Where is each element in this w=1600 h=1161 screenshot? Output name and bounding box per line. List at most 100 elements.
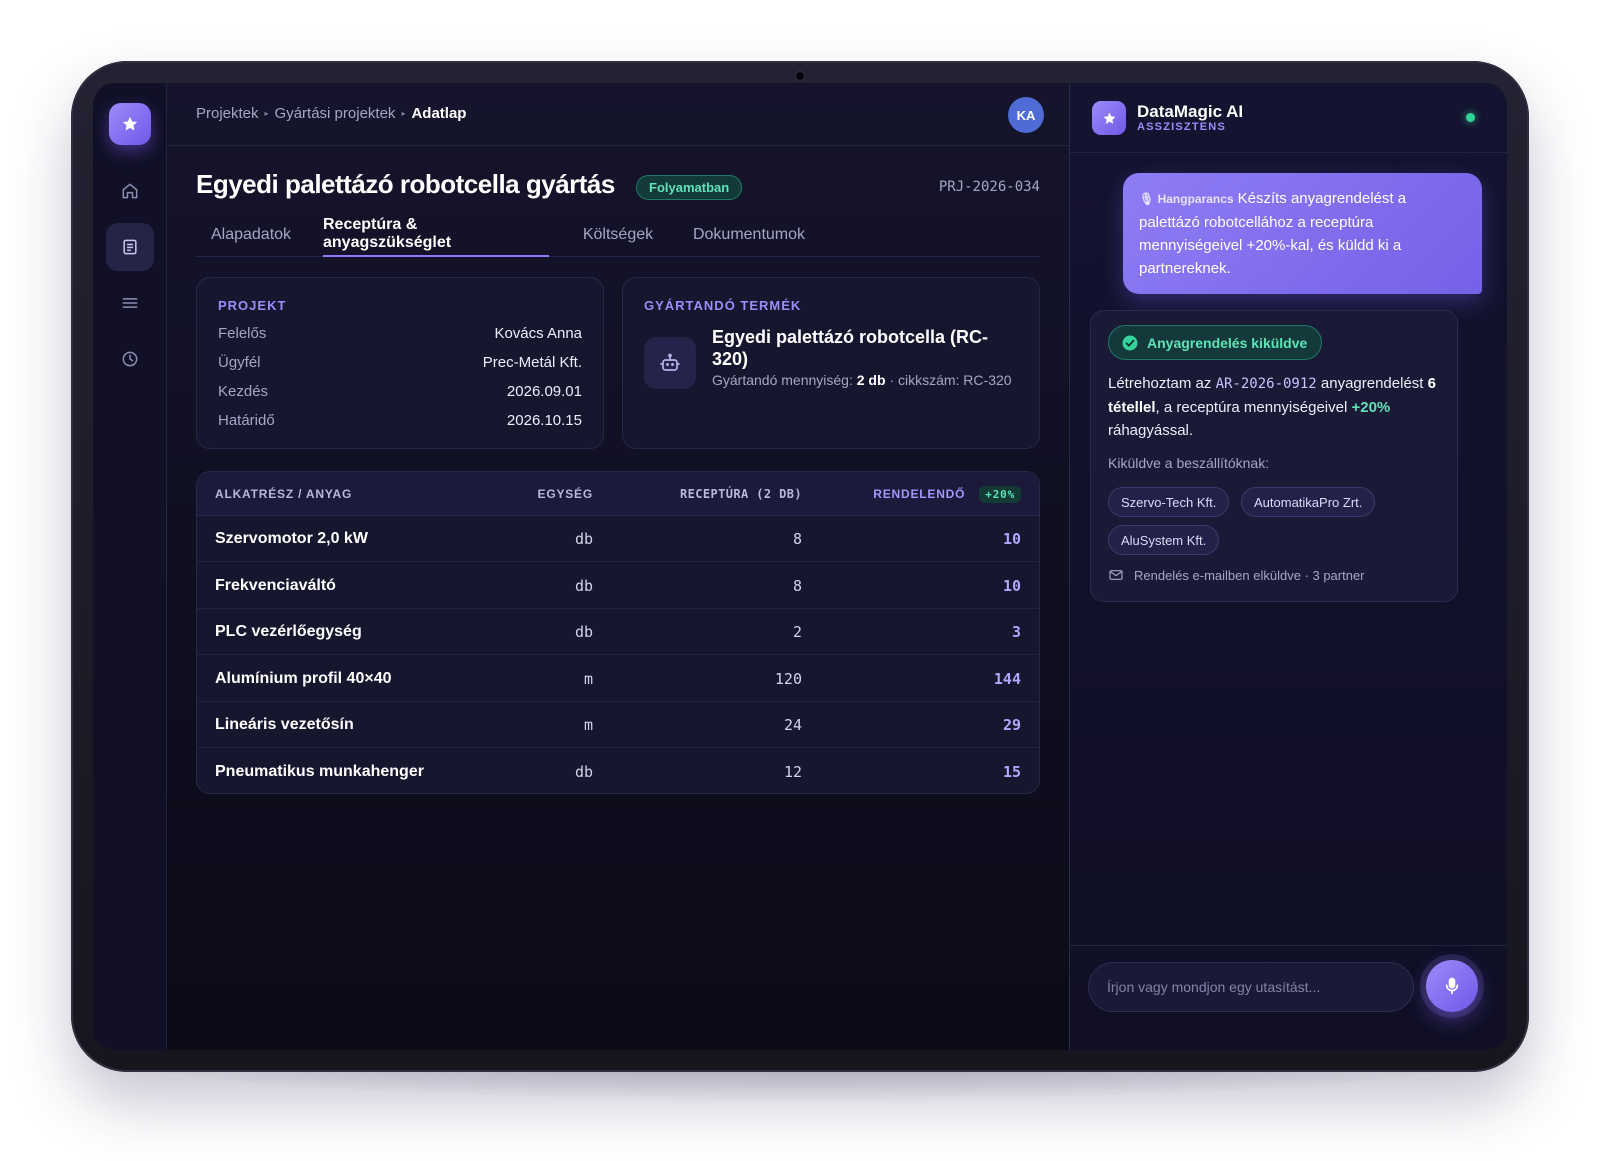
microphone-button[interactable] (1426, 960, 1478, 1012)
table-row[interactable]: Szervomotor 2,0 kW db 8 10 (197, 516, 1039, 562)
material-name-cell: Alumínium profil 40×40 (215, 669, 392, 687)
product-name: Egyedi palettázó robotcella (RC-320) (712, 327, 989, 369)
breadcrumb-item-manufacturing[interactable]: Gyártási projektek (275, 105, 396, 122)
order-id: AR-2026-0912 (1215, 376, 1317, 392)
user-message-bubble: 🎙 Hangparancs Készíts anyagrendelést a pa… (1123, 173, 1482, 294)
row-key: Határidő (218, 412, 275, 429)
unit-cell: m (583, 669, 593, 688)
product-card: GYÁRTANDÓ TERMÉK Egyedi palettázó robotc… (622, 277, 1040, 449)
project-id: PRJ-2026-034 (938, 179, 1040, 195)
supplier-chip[interactable]: Szervo-Tech Kft. (1108, 487, 1230, 517)
response-text-part: Létrehoztam az (1108, 375, 1216, 392)
table-row[interactable]: Pneumatikus munkahenger db 12 15 (197, 749, 1039, 794)
microphone-icon (1445, 977, 1459, 995)
tab-recipe-materials[interactable]: Receptúra & anyagszükséglet (323, 213, 549, 257)
row-key: Felelős (218, 325, 267, 342)
user-avatar[interactable]: KA (1008, 97, 1044, 133)
recipe-qty-cell: 12 (783, 762, 802, 781)
unit-cell: db (574, 576, 593, 595)
material-name-cell: Pneumatikus munkahenger (215, 762, 424, 780)
response-text-part: anyagrendelést (1316, 375, 1428, 392)
tab-bar: Alapadatok Receptúra & anyagszükséglet K… (196, 213, 1040, 257)
row-value: 2026.10.15 (506, 412, 582, 429)
order-qty-cell: 10 (1002, 530, 1021, 548)
recipe-qty-cell: 24 (783, 716, 802, 734)
sidebar-item-list[interactable] (106, 279, 154, 327)
project-card-label: PROJEKT (218, 298, 287, 313)
home-icon (122, 183, 138, 199)
sidebar-rail (93, 83, 167, 1050)
unit-cell: db (574, 762, 593, 781)
project-card: PROJEKT Felelős Kovács Anna Ügyfél Prec-… (196, 277, 604, 449)
markup-badge: +20% (979, 485, 1021, 503)
quantity-label: Gyártandó mennyiség: (712, 372, 853, 388)
tab-basic-data[interactable]: Alapadatok (196, 213, 306, 257)
breadcrumb-separator-icon: ▸ (264, 109, 269, 118)
order-sent-badge: Anyagrendelés kiküldve (1108, 325, 1323, 360)
robot-icon (660, 353, 680, 371)
message-input[interactable] (1088, 962, 1414, 1012)
product-card-label: GYÁRTANDÓ TERMÉK (644, 298, 802, 313)
supplier-chip[interactable]: AluSystem Kft. (1108, 525, 1220, 555)
voice-command-label: Hangparancs (1157, 192, 1234, 206)
column-header-order: RENDELENDŐ +20% (873, 472, 1021, 516)
sidebar-item-history[interactable] (106, 335, 154, 383)
order-qty-cell: 3 (1011, 623, 1021, 641)
column-header-unit: EGYSÉG (537, 487, 593, 501)
breadcrumb-separator-icon: ▸ (401, 109, 406, 118)
assistant-header: DataMagic AI ASSZISZTENS (1070, 83, 1507, 153)
project-row-client: Ügyfél Prec-Metál Kft. (218, 354, 582, 374)
assistant-response-text: Létrehoztam az AR-2026-0912 anyagrendelé… (1108, 372, 1438, 442)
project-row-deadline: Határidő 2026.10.15 (218, 412, 582, 432)
star-icon (1103, 112, 1115, 124)
table-row[interactable]: Lineáris vezetősín m 24 29 (197, 702, 1039, 748)
material-name-cell: PLC vezérlőegység (215, 623, 362, 640)
row-value: Prec-Metál Kft. (482, 354, 582, 371)
order-sent-label: Anyagrendelés kiküldve (1147, 334, 1308, 351)
column-header-order-label: RENDELENDŐ (873, 487, 966, 501)
breadcrumb: Projektek ▸ Gyártási projektek ▸ Adatlap (196, 105, 466, 122)
unit-cell: db (574, 623, 593, 641)
top-bar: Projektek ▸ Gyártási projektek ▸ Adatlap… (167, 83, 1069, 146)
material-name-cell: Szervomotor 2,0 kW (215, 530, 368, 547)
row-key: Ügyfél (218, 354, 261, 371)
material-name-cell: Frekvenciaváltó (215, 576, 336, 594)
sidebar-item-home[interactable] (106, 167, 154, 215)
recipe-qty-cell: 8 (792, 576, 802, 595)
breadcrumb-current: Adatlap (411, 105, 467, 122)
order-qty-cell: 29 (1002, 716, 1021, 734)
voice-command-tag: 🎙 Hangparancs (1139, 192, 1234, 206)
tab-costs[interactable]: Költségek (573, 213, 663, 257)
table-row[interactable]: Alumínium profil 40×40 m 120 144 (197, 656, 1039, 702)
materials-table: ALKATRÉSZ / ANYAG EGYSÉG RECEPTÚRA (2 DB… (196, 471, 1040, 794)
table-row[interactable]: PLC vezérlőegység db 2 3 (197, 609, 1039, 655)
order-qty-cell: 144 (993, 669, 1021, 688)
app-logo[interactable] (109, 103, 151, 145)
row-value: Kovács Anna (494, 325, 582, 342)
mail-sent-text: Rendelés e-mailben elküldve · 3 partner (1134, 567, 1365, 583)
assistant-subtitle: ASSZISZTENS (1137, 121, 1226, 133)
supplier-chip[interactable]: AutomatikaPro Zrt. (1241, 487, 1376, 517)
document-icon (123, 239, 137, 255)
row-key: Kezdés (218, 383, 269, 400)
project-row-start: Kezdés 2026.09.01 (218, 383, 582, 403)
column-header-material: ALKATRÉSZ / ANYAG (215, 487, 353, 501)
response-text-part: , a receptúra mennyiségeivel (1155, 399, 1352, 416)
clock-icon (122, 351, 138, 367)
app-screen: Projektek ▸ Gyártási projektek ▸ Adatlap… (93, 83, 1507, 1050)
sku-text: · cikkszám: RC-320 (889, 372, 1012, 388)
breadcrumb-item-projects[interactable]: Projektek (196, 105, 259, 122)
online-status-dot (1466, 113, 1475, 122)
order-qty-cell: 15 (1002, 762, 1021, 781)
quantity-value: 2 db (856, 372, 886, 388)
row-value: 2026.09.01 (506, 383, 582, 400)
product-meta: Gyártandó mennyiség: 2 db · cikkszám: RC… (712, 372, 1012, 388)
star-icon (122, 116, 138, 131)
sidebar-item-documents[interactable] (106, 223, 154, 271)
camera-dot (796, 72, 804, 80)
tab-documents[interactable]: Dokumentumok (685, 213, 813, 257)
column-header-recipe: RECEPTÚRA (2 DB) (680, 487, 802, 501)
table-row[interactable]: Frekvenciaváltó db 8 10 (197, 563, 1039, 609)
message-composer (1070, 945, 1507, 1050)
product-icon-box (644, 337, 696, 389)
